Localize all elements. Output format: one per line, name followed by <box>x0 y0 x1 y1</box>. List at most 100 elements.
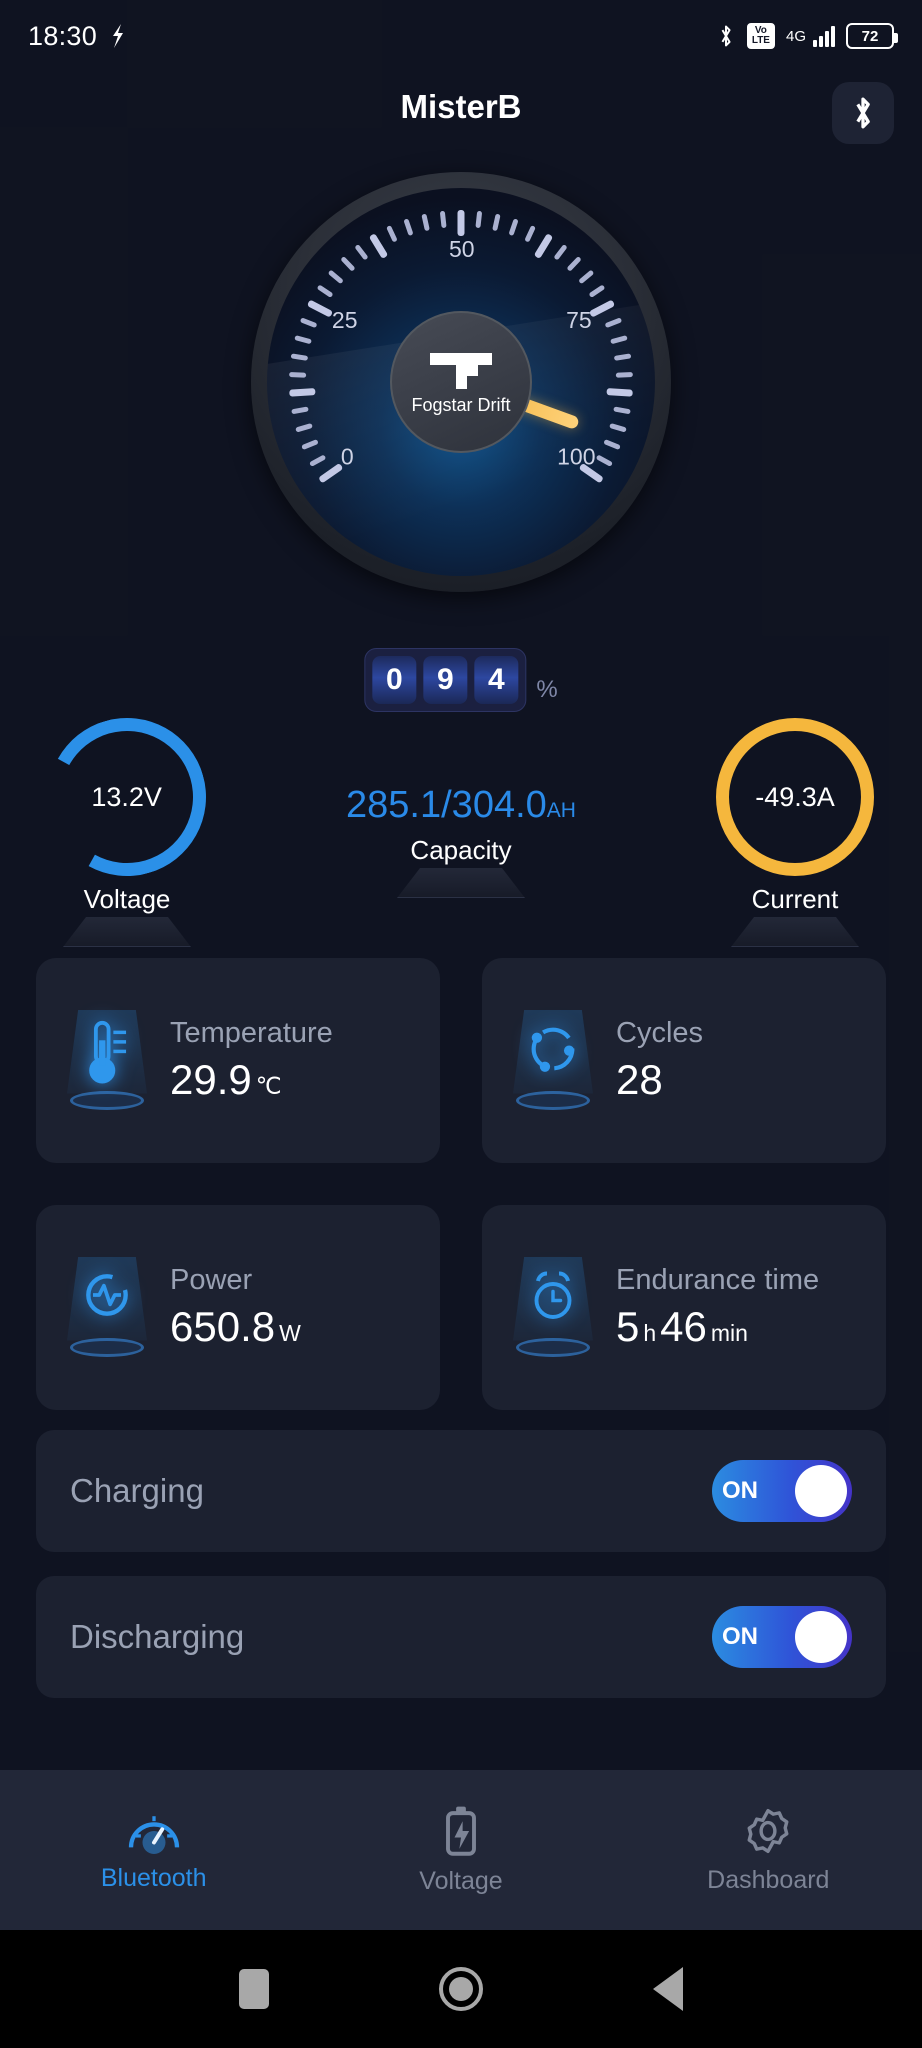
cycles-icon <box>504 1006 602 1116</box>
charging-label: Charging <box>70 1472 204 1509</box>
gauge-tick <box>578 269 596 286</box>
power-card[interactable]: Power 650.8 W <box>36 1205 440 1410</box>
odometer-digit: 0 <box>372 656 417 704</box>
gauge-tick <box>610 335 629 346</box>
capacity-value-wrap: 285.1/304.0AH <box>346 784 576 827</box>
odometer-digit: 4 <box>474 656 519 704</box>
location-icon <box>113 24 124 48</box>
current-pedestal <box>731 917 859 947</box>
fogstar-logo-icon <box>430 349 492 393</box>
capacity-label: Capacity <box>410 835 512 865</box>
metrics-row: 13.2V Voltage 285.1/304.0AH Capacity -49… <box>0 699 922 947</box>
gauge-tick <box>439 210 449 229</box>
charging-knob <box>795 1465 847 1517</box>
discharging-label: Discharging <box>70 1618 245 1655</box>
gauge-tick <box>421 213 433 232</box>
odometer-digit: 9 <box>423 656 468 704</box>
thermometer-glyph-icon <box>89 1020 127 1083</box>
alarm-clock-glyph-icon <box>534 1271 572 1319</box>
temperature-title: Temperature <box>170 1017 333 1049</box>
gauge-tick <box>604 317 623 331</box>
gauge-tick <box>290 351 309 361</box>
gauge-tick-label: 50 <box>449 236 475 262</box>
discharging-knob <box>795 1611 847 1663</box>
voltage-value: 13.2V <box>91 781 163 812</box>
gauge-tick <box>306 296 334 318</box>
discharging-row: Discharging ON <box>36 1576 886 1698</box>
gauge-tick <box>316 460 344 484</box>
cycles-value: 28 <box>616 1056 663 1103</box>
toggle-section: Charging ON Discharging ON <box>0 1430 922 1722</box>
cycles-value-wrap: 28 <box>616 1056 703 1104</box>
voltage-ring: 13.2V <box>29 699 225 895</box>
current-label: Current <box>751 884 839 914</box>
bluetooth-icon <box>856 97 870 129</box>
gauge-tick <box>300 437 319 451</box>
gauge-tick <box>508 218 521 237</box>
bluetooth-button[interactable] <box>832 82 894 144</box>
stat-card-row-1: Temperature 29.9 ℃ Cycles 28 <box>0 958 922 1163</box>
brand-name: Fogstar Drift <box>411 394 511 415</box>
power-text: Power 650.8 W <box>170 1264 301 1351</box>
capacity-pedestal <box>397 868 525 898</box>
cycles-card[interactable]: Cycles 28 <box>482 958 886 1163</box>
capacity-value: 285.1/304.0 <box>346 784 547 826</box>
gauge-tick-label: 0 <box>340 443 354 470</box>
gauge-tick <box>289 370 307 378</box>
temperature-value-wrap: 29.9 ℃ <box>170 1056 333 1104</box>
battery-gauge: 0 25 50 75 100 Fogstar Drift <box>251 172 671 592</box>
cycles-text: Cycles 28 <box>616 1017 703 1104</box>
endurance-title: Endurance time <box>616 1264 820 1296</box>
gauge-tick <box>475 210 485 229</box>
capacity-metric: 285.1/304.0AH Capacity <box>346 718 576 898</box>
power-icon <box>58 1253 156 1363</box>
battery-percent: 72 <box>861 27 879 45</box>
voltage-pedestal <box>63 917 191 947</box>
clock-icon <box>504 1253 602 1363</box>
gear-icon <box>747 1808 789 1853</box>
gauge-tick <box>588 299 617 321</box>
gauge-tick <box>457 210 468 236</box>
endurance-minutes: 46 <box>660 1303 707 1350</box>
discharging-toggle[interactable]: ON <box>712 1606 852 1668</box>
square-icon[interactable] <box>239 1969 269 2009</box>
gauge-tick-label: 75 <box>566 307 592 334</box>
circle-icon[interactable] <box>439 1967 483 2011</box>
endurance-text: Endurance time 5 h 46 min <box>616 1264 819 1351</box>
gauge-tick-label: 100 <box>557 443 596 470</box>
endurance-card[interactable]: Endurance time 5 h 46 min <box>482 1205 886 1410</box>
speedometer-icon <box>128 1815 179 1854</box>
endurance-value-wrap: 5 h 46 min <box>616 1303 819 1351</box>
bluetooth-icon <box>721 25 731 47</box>
charging-toggle[interactable]: ON <box>712 1460 852 1522</box>
gauge-tick <box>602 439 621 452</box>
nav-item-bluetooth[interactable]: Bluetooth <box>0 1808 307 1893</box>
nav-item-dashboard[interactable]: Dashboard <box>615 1806 922 1895</box>
endurance-hours: 5 <box>616 1303 640 1350</box>
page-title: MisterB <box>400 88 522 125</box>
temperature-value: 29.9 <box>170 1056 252 1103</box>
current-ring: -49.3A <box>716 718 874 876</box>
gauge-tick <box>492 213 504 232</box>
battery-icon <box>446 1806 476 1856</box>
bottom-navigation: Bluetooth Voltage Dashboard <box>0 1770 922 1930</box>
endurance-minutes-unit: min <box>710 1320 748 1346</box>
gauge-tick <box>299 315 319 329</box>
status-bar-right: Vo LTE 4G 72 <box>716 23 898 49</box>
power-value-wrap: 650.8 W <box>170 1303 301 1351</box>
nav-label-dashboard: Dashboard <box>707 1865 830 1894</box>
current-value: -49.3A <box>755 781 835 812</box>
gauge-tick <box>316 282 335 298</box>
status-time: 18:30 <box>28 20 98 51</box>
system-navigation-bar <box>0 1930 922 2048</box>
nav-item-voltage[interactable]: Voltage <box>307 1805 614 1896</box>
power-value: 650.8 <box>170 1303 276 1350</box>
gauge-tick <box>294 333 313 345</box>
gauge-tick <box>386 224 400 243</box>
temperature-card[interactable]: Temperature 29.9 ℃ <box>36 958 440 1163</box>
triangle-back-icon[interactable] <box>653 1967 683 2011</box>
gauge-tick <box>340 254 357 272</box>
stat-cards: Temperature 29.9 ℃ Cycles 28 Power 650.8… <box>0 958 922 1452</box>
gauge-tick <box>368 231 391 259</box>
voltage-metric: 13.2V Voltage <box>12 699 242 947</box>
